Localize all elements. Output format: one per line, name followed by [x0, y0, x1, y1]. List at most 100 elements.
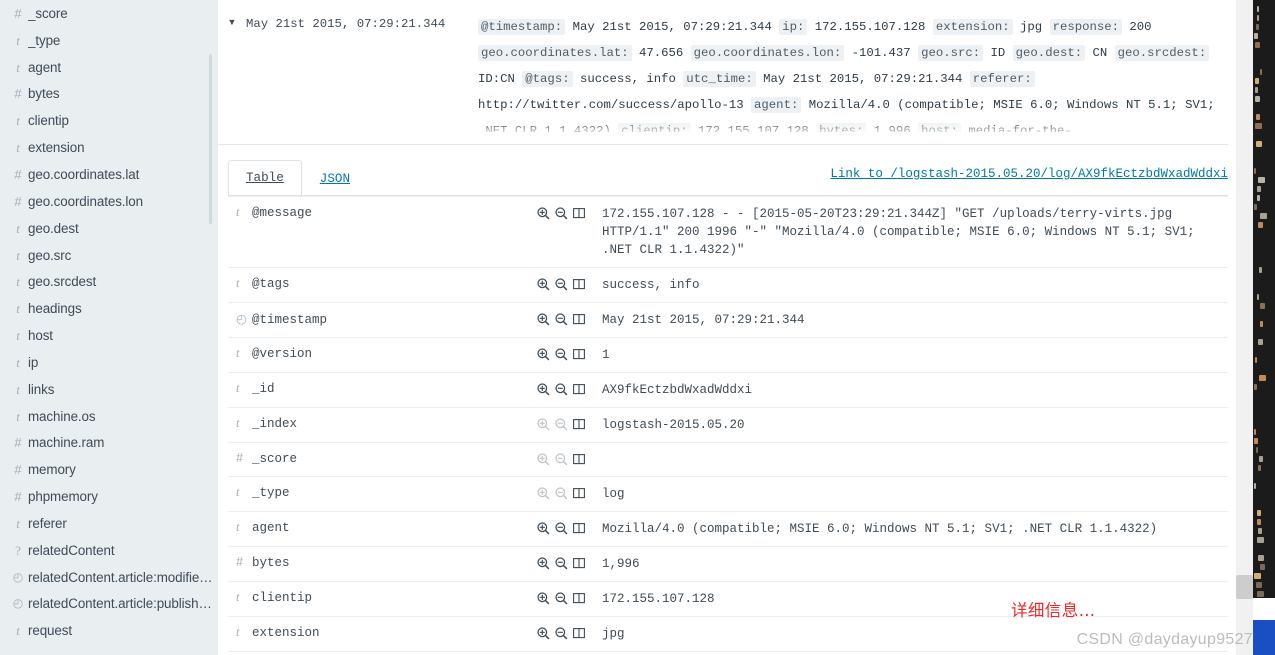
sidebar-field-label: geo.dest	[28, 220, 79, 236]
sidebar-field-item[interactable]: t headings	[0, 295, 218, 322]
code-fleck	[1260, 213, 1267, 219]
sidebar-field-item[interactable]: t links	[0, 376, 218, 403]
sidebar-field-item[interactable]: # geo.coordinates.lat	[0, 161, 218, 188]
sidebar-field-label: request	[28, 623, 72, 639]
sidebar-scrollbar-track[interactable]	[209, 0, 215, 655]
document-permalink[interactable]: Link to /logstash-2015.05.20/log/AX9fkEc…	[830, 167, 1228, 181]
expand-collapse-caret-icon[interactable]: ▼	[218, 14, 246, 132]
table-column-icon[interactable]	[572, 556, 590, 570]
code-fleck	[1255, 357, 1257, 363]
sidebar-field-item[interactable]: # geo.coordinates.lon	[0, 188, 218, 215]
magnify-minus-icon[interactable]	[554, 626, 572, 640]
sidebar-field-item[interactable]: ? relatedContent	[0, 537, 218, 564]
field-type-string-icon: t	[16, 301, 20, 317]
sidebar-field-item[interactable]: t request	[0, 617, 218, 644]
field-type-string-icon: t	[236, 590, 240, 604]
code-fleck	[1256, 447, 1258, 453]
table-column-icon[interactable]	[572, 521, 590, 535]
summary-field-key: geo.dest:	[1012, 45, 1086, 62]
magnify-minus-icon[interactable]	[554, 312, 572, 326]
sidebar-field-item[interactable]: t referer	[0, 510, 218, 537]
field-type-string-icon: t	[236, 520, 240, 534]
sidebar-scrollbar-thumb[interactable]	[209, 54, 212, 224]
magnify-minus-icon[interactable]	[554, 382, 572, 396]
magnify-minus-icon[interactable]	[554, 591, 572, 605]
tab-json[interactable]: JSON	[302, 161, 368, 197]
field-type-string-icon: t	[236, 485, 240, 499]
summary-field-value: 47.656	[638, 46, 684, 61]
magnify-plus-icon[interactable]	[536, 347, 554, 361]
tab-table[interactable]: Table	[228, 160, 302, 197]
sidebar-field-item[interactable]: # machine.ram	[0, 430, 218, 457]
field-type-string-icon: t	[16, 113, 20, 129]
sidebar-field-item[interactable]: t agent	[0, 54, 218, 81]
field-name-cell: t agent	[228, 512, 536, 547]
magnify-plus-icon[interactable]	[536, 626, 554, 640]
sidebar-field-item[interactable]: # phpmemory	[0, 483, 218, 510]
document-field-pairs: @timestamp: May 21st 2015, 07:29:21.344 …	[478, 14, 1236, 132]
sidebar-field-label: _type	[28, 32, 61, 48]
sidebar-field-item[interactable]: t machine.os	[0, 403, 218, 430]
sidebar-field-label: relatedContent.article:modifie…	[28, 569, 213, 585]
magnify-minus-icon[interactable]	[554, 556, 572, 570]
field-name-label: clientip	[252, 591, 313, 605]
magnify-plus-icon[interactable]	[536, 312, 554, 326]
code-fleck	[1258, 528, 1262, 534]
table-column-icon[interactable]	[572, 277, 590, 291]
sidebar-field-item[interactable]: # bytes	[0, 81, 218, 108]
sidebar-field-item[interactable]: t _type	[0, 27, 218, 54]
sidebar-field-label: geo.coordinates.lat	[28, 166, 140, 182]
sidebar-field-item[interactable]: t extension	[0, 134, 218, 161]
code-fleck	[1258, 465, 1261, 471]
code-fleck	[1260, 321, 1263, 327]
magnify-minus-icon	[554, 417, 572, 431]
table-column-icon[interactable]	[572, 486, 590, 500]
code-fleck	[1258, 339, 1263, 345]
magnify-minus-icon[interactable]	[554, 206, 572, 220]
table-column-icon[interactable]	[572, 206, 590, 220]
magnify-minus-icon[interactable]	[554, 347, 572, 361]
magnify-minus-icon[interactable]	[554, 277, 572, 291]
table-column-icon[interactable]	[572, 347, 590, 361]
table-column-icon[interactable]	[572, 382, 590, 396]
code-fleck	[1257, 6, 1259, 12]
magnify-plus-icon[interactable]	[536, 591, 554, 605]
summary-field-key: geo.coordinates.lon:	[690, 45, 845, 62]
sidebar-field-item[interactable]: t geo.dest	[0, 215, 218, 242]
magnify-plus-icon[interactable]	[536, 206, 554, 220]
magnify-plus-icon[interactable]	[536, 556, 554, 570]
summary-field-value: http://twitter.com/success/apollo-13	[478, 98, 744, 113]
code-fleck	[1257, 195, 1260, 201]
magnify-plus-icon[interactable]	[536, 382, 554, 396]
code-fleck	[1257, 591, 1264, 597]
table-column-icon[interactable]	[572, 591, 590, 605]
page-scrollbar-thumb[interactable]	[1236, 575, 1253, 599]
sidebar-field-item[interactable]: t geo.srcdest	[0, 268, 218, 295]
sidebar-field-item[interactable]: t clientip	[0, 107, 218, 134]
sidebar-field-item[interactable]: ◴ relatedContent.article:publish…	[0, 591, 218, 618]
table-column-icon[interactable]	[572, 452, 590, 466]
field-table-row: #geo.coordinates.lat 47.656	[228, 652, 1228, 655]
table-column-icon[interactable]	[572, 312, 590, 326]
field-type-hash-icon: #	[236, 451, 243, 465]
field-table-row: # _score	[228, 443, 1228, 477]
sidebar-field-label: memory	[28, 462, 76, 478]
table-column-icon[interactable]	[572, 417, 590, 431]
sidebar-field-item[interactable]: t geo.src	[0, 242, 218, 269]
table-column-icon[interactable]	[572, 626, 590, 640]
magnify-minus-icon[interactable]	[554, 521, 572, 535]
magnify-plus-icon[interactable]	[536, 277, 554, 291]
sidebar-field-item[interactable]: t host	[0, 322, 218, 349]
code-fleck	[1254, 33, 1258, 39]
sidebar-field-item[interactable]: # memory	[0, 456, 218, 483]
field-type-string-icon: t	[16, 220, 20, 236]
sidebar-field-item[interactable]: t ip	[0, 349, 218, 376]
field-table-row: t @message 172.155.107.128 - - [2015-05-20…	[228, 196, 1228, 268]
field-name-cell: #geo.coordinates.lat	[228, 652, 536, 655]
magnify-plus-icon[interactable]	[536, 521, 554, 535]
code-fleck	[1254, 429, 1256, 435]
sidebar-field-item[interactable]: # _score	[0, 0, 218, 27]
sidebar-field-item[interactable]: ◴ relatedContent.article:modifie…	[0, 564, 218, 591]
code-fleck	[1254, 573, 1261, 579]
field-value-cell: May 21st 2015, 07:29:21.344	[602, 313, 805, 327]
